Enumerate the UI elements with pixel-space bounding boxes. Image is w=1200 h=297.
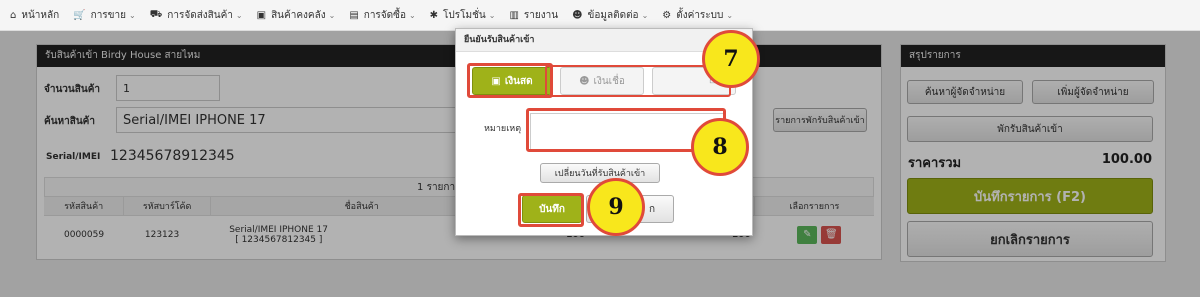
chart-icon: ▥ [509,9,519,21]
chevron-down-icon: ⌄ [408,10,416,20]
change-date-button[interactable]: เปลี่ยนวันที่รับสินค้าเข้า [540,163,660,183]
callout-7: 7 [702,30,760,88]
truck-icon: ⛟ [149,8,163,20]
nav-item-8[interactable]: ⚙ ตั้งค่าระบบ ⌄ [662,8,733,23]
nav-item-label: การขาย [90,9,126,21]
chevron-down-icon: ⌄ [641,10,649,20]
file-icon: ▤ [349,9,359,21]
chevron-down-icon: ⌄ [726,10,734,20]
nav-item-label: โปรโมชั่น [443,9,486,21]
gear-icon: ⚙ [662,9,672,21]
chevron-down-icon: ⌄ [235,10,243,20]
home-icon: ⌂ [10,9,17,21]
nav-item-0[interactable]: ⌂ หน้าหลัก [10,8,59,23]
note-label: หมายเหตุ [484,124,522,134]
chevron-down-icon: ⌄ [328,10,336,20]
nav-item-1[interactable]: 🛒 การขาย ⌄ [73,8,136,23]
nav-item-label: การจัดส่งสินค้า [167,9,233,21]
callout-8: 8 [691,118,749,176]
nav-item-label: ข้อมูลติดต่อ [587,9,639,21]
highlight-cash-tab [467,63,553,98]
callout-9: 9 [587,178,645,236]
nav-item-label: รายงาน [523,9,559,21]
nav-item-label: สินค้าคงคลัง [271,9,326,21]
nav-item-2[interactable]: ⛟ การจัดส่งสินค้า ⌄ [150,8,243,23]
nav-item-5[interactable]: ✱ โปรโมชั่น ⌄ [430,8,496,23]
nav-item-3[interactable]: ▣ สินค้าคงคลัง ⌄ [257,8,336,23]
chevron-down-icon: ⌄ [488,10,496,20]
users-icon: ☻ [572,9,583,21]
chevron-down-icon: ⌄ [129,10,136,20]
nav-item-label: หน้าหลัก [21,9,60,21]
highlight-save-button [518,193,584,227]
boxes-icon: ▣ [256,9,267,21]
top-nav: ⌂ หน้าหลัก 🛒 การขาย ⌄ ⛟ การจัดส่งสินค้า ⌄ ▣ สินค้… [0,0,1200,31]
nav-item-6[interactable]: ▥ รายงาน [509,8,558,23]
gift-icon: ✱ [429,9,439,21]
nav-item-label: ตั้งค่าระบบ [676,9,724,21]
cart-icon: 🛒 [73,9,86,21]
nav-item-label: การจัดซื้อ [363,9,406,21]
nav-item-7[interactable]: ☻ ข้อมูลติดต่อ ⌄ [572,8,648,23]
nav-item-4[interactable]: ▤ การจัดซื้อ ⌄ [349,8,415,23]
